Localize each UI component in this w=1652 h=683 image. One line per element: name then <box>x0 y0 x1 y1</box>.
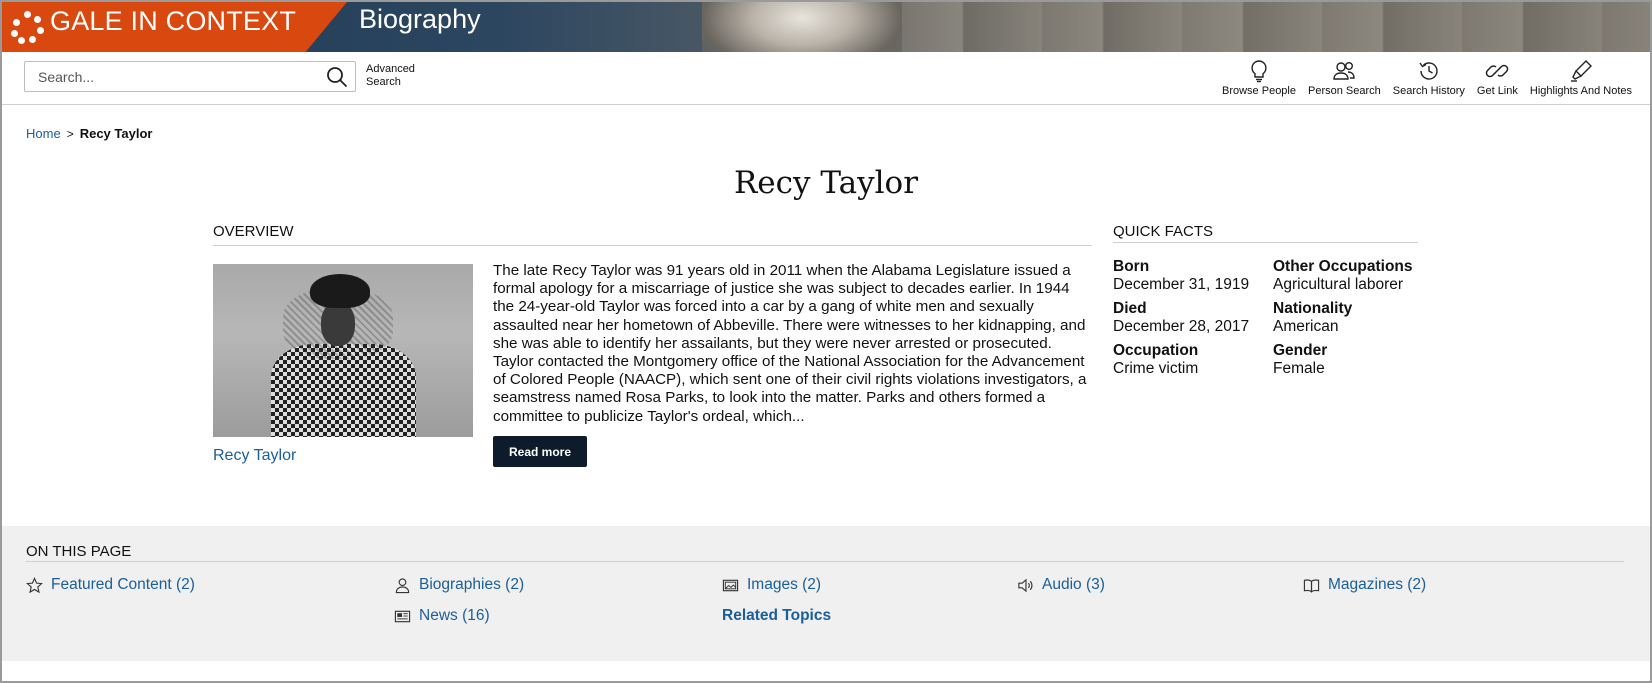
lightbulb-icon <box>1251 60 1267 83</box>
search-icon[interactable] <box>325 65 349 89</box>
page-frame: GALE IN CONTEXT Biography Advanced Searc… <box>0 0 1652 683</box>
advanced-search-link[interactable]: Advanced Search <box>366 63 436 89</box>
product-name[interactable]: Biography <box>359 4 481 35</box>
star-icon <box>26 576 43 593</box>
breadcrumb: Home > Recy Taylor <box>26 126 152 141</box>
news-label: News (16) <box>419 607 490 624</box>
speaker-icon <box>1018 578 1033 592</box>
fact-label: Nationality <box>1273 300 1353 317</box>
portrait-caption-link[interactable]: Recy Taylor <box>213 447 296 465</box>
audio-link[interactable]: Audio (3) <box>1017 576 1105 594</box>
on-this-page-heading: ON THIS PAGE <box>26 543 1624 562</box>
featured-content-label: Featured Content (2) <box>51 576 195 593</box>
browse-people-label: Browse People <box>1222 85 1296 97</box>
banner-statue-image <box>702 2 902 52</box>
newspaper-icon <box>394 610 411 622</box>
highlights-notes-label: Highlights And Notes <box>1529 85 1632 97</box>
on-this-page-section: ON THIS PAGE Featured Content (2) Biogra… <box>2 526 1650 661</box>
banner-background-image <box>902 2 1650 52</box>
fact-label: Occupation <box>1113 342 1199 359</box>
fact-occupation: Occupation Crime victim <box>1113 342 1273 378</box>
quick-facts-grid: Born December 31, 1919 Other Occupations… <box>1113 258 1433 378</box>
portrait-image[interactable] <box>213 264 473 437</box>
fact-label: Gender <box>1273 342 1328 359</box>
get-link-label: Get Link <box>1476 85 1518 97</box>
fact-value: Crime victim <box>1113 360 1199 377</box>
toolbar: Advanced Search Browse People Person Sea… <box>2 52 1650 105</box>
magazines-label: Magazines (2) <box>1328 576 1427 593</box>
person-icon <box>395 577 410 593</box>
history-icon <box>1419 62 1438 80</box>
audio-label: Audio (3) <box>1042 576 1105 593</box>
fact-label: Born <box>1113 258 1150 275</box>
breadcrumb-current: Recy Taylor <box>79 126 153 141</box>
breadcrumb-home-link[interactable]: Home <box>26 126 61 141</box>
fact-died: Died December 28, 2017 <box>1113 300 1273 336</box>
fact-value: December 31, 1919 <box>1113 276 1250 293</box>
page-title: Recy Taylor <box>733 165 919 201</box>
search-input[interactable] <box>25 68 315 85</box>
search-box <box>24 61 356 92</box>
people-icon <box>1333 61 1356 80</box>
toolbar-tools: Browse People Person Search Search Histo… <box>1216 58 1638 97</box>
fact-value: Agricultural laborer <box>1273 276 1404 293</box>
search-history-button[interactable]: Search History <box>1387 58 1471 97</box>
featured-content-link[interactable]: Featured Content (2) <box>26 576 195 594</box>
news-link[interactable]: News (16) <box>394 607 490 625</box>
portrait-hat <box>310 274 370 308</box>
biographies-link[interactable]: Biographies (2) <box>394 576 524 594</box>
images-label: Images (2) <box>747 576 822 593</box>
link-icon <box>1486 64 1509 78</box>
images-link[interactable]: Images (2) <box>722 576 821 594</box>
highlights-notes-button[interactable]: Highlights And Notes <box>1524 58 1638 97</box>
person-search-button[interactable]: Person Search <box>1302 58 1387 97</box>
highlighter-icon <box>1570 60 1592 82</box>
book-icon <box>1303 578 1320 593</box>
fact-born: Born December 31, 1919 <box>1113 258 1273 294</box>
quick-facts-heading: QUICK FACTS <box>1113 223 1418 243</box>
portrait-face <box>321 302 355 346</box>
overview-text: The late Recy Taylor was 91 years old in… <box>493 262 1087 425</box>
brand-name: GALE IN CONTEXT <box>50 5 297 36</box>
fact-other-occupations: Other Occupations Agricultural laborer <box>1273 258 1433 294</box>
fact-label: Other Occupations <box>1273 258 1413 275</box>
fact-gender: Gender Female <box>1273 342 1433 378</box>
read-more-button[interactable]: Read more <box>493 436 587 467</box>
related-topics-link[interactable]: Related Topics <box>722 607 831 625</box>
fact-label: Died <box>1113 300 1147 317</box>
fact-value: December 28, 2017 <box>1113 318 1250 335</box>
magazines-link[interactable]: Magazines (2) <box>1303 576 1426 594</box>
browse-people-button[interactable]: Browse People <box>1216 58 1302 97</box>
search-history-label: Search History <box>1392 85 1465 97</box>
fact-value: Female <box>1273 360 1325 377</box>
fact-nationality: Nationality American <box>1273 300 1433 336</box>
fact-value: American <box>1273 318 1339 335</box>
gale-logo-icon <box>10 9 46 45</box>
breadcrumb-separator: > <box>66 126 74 141</box>
biographies-label: Biographies (2) <box>419 576 525 593</box>
images-icon <box>722 579 739 591</box>
overview-heading: OVERVIEW <box>213 223 1092 246</box>
person-search-label: Person Search <box>1308 85 1381 97</box>
get-link-button[interactable]: Get Link <box>1471 58 1524 97</box>
brand-block[interactable]: GALE IN CONTEXT <box>2 2 347 52</box>
header-banner: GALE IN CONTEXT Biography <box>2 2 1650 52</box>
